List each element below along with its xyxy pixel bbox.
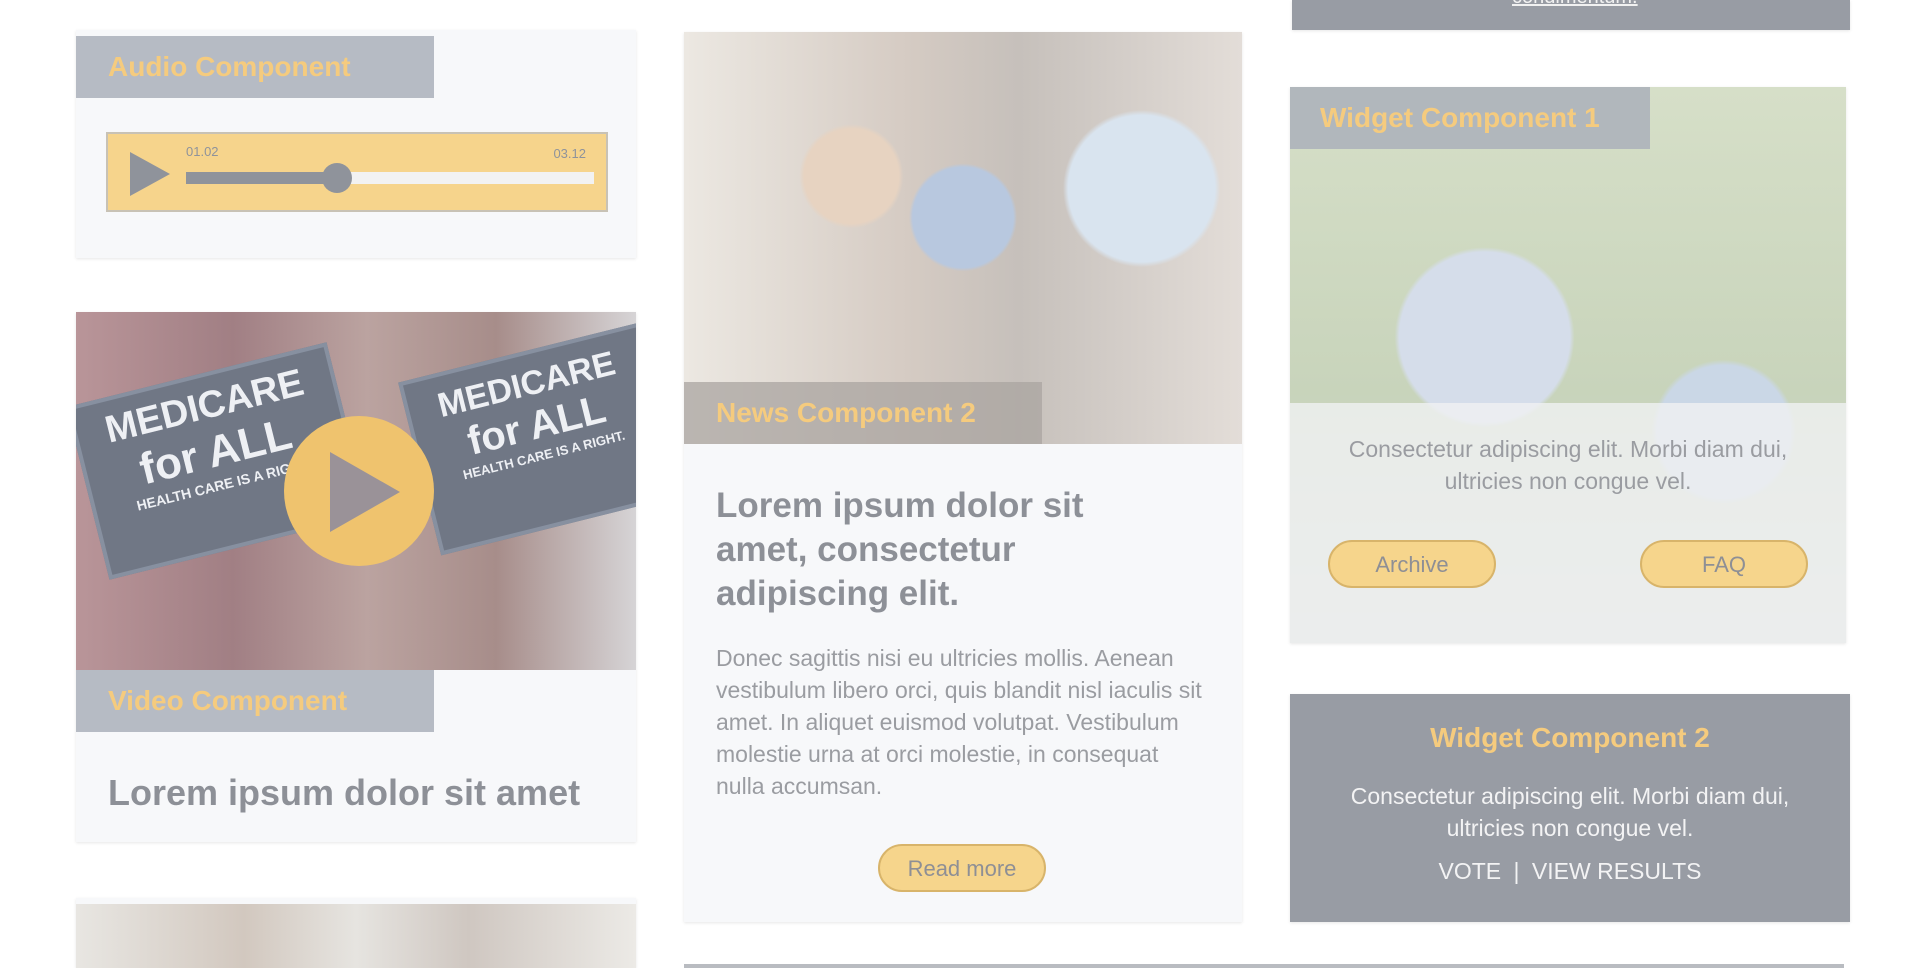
widget1-text: Consectetur adipiscing elit. Morbi diam … bbox=[1348, 436, 1788, 494]
archive-button[interactable]: Archive bbox=[1328, 540, 1496, 588]
play-icon bbox=[330, 452, 400, 532]
audio-card: Audio Component 01.02 03.12 bbox=[76, 30, 636, 258]
audio-tag: Audio Component bbox=[76, 36, 434, 98]
video-tag: Video Component bbox=[76, 670, 434, 732]
widget2-links: VOTE | VIEW RESULTS bbox=[1290, 858, 1850, 885]
bottom-left-card-fragment bbox=[76, 898, 636, 968]
widget2-title: Widget Component 2 bbox=[1430, 722, 1710, 753]
sign-right: MEDICARE for ALL HEALTH CARE IS A RIGHT. bbox=[398, 322, 636, 556]
news-body: Donec sagittis nisi eu ultricies mollis.… bbox=[716, 645, 1202, 799]
audio-player: 01.02 03.12 bbox=[106, 132, 608, 212]
widget2-card: Widget Component 2 Consectetur adipiscin… bbox=[1290, 694, 1850, 922]
widget1-card: Widget Component 1 Consectetur adipiscin… bbox=[1290, 87, 1846, 643]
news-headline: Lorem ipsum dolor sit amet, consectetur … bbox=[716, 486, 1084, 613]
faq-button[interactable]: FAQ bbox=[1640, 540, 1808, 588]
audio-time-total: 03.12 bbox=[553, 146, 586, 161]
vote-link[interactable]: VOTE bbox=[1439, 858, 1502, 884]
bottom-divider bbox=[684, 964, 1844, 968]
news-tag: News Component 2 bbox=[684, 382, 1042, 444]
audio-progress-fill bbox=[186, 172, 337, 184]
audio-progress-track[interactable] bbox=[186, 163, 594, 193]
video-title: Lorem ipsum dolor sit amet bbox=[108, 772, 581, 813]
audio-progress-knob[interactable] bbox=[321, 163, 352, 193]
video-thumbnail[interactable]: MEDICARE for ALL HEALTH CARE IS A RIGHT.… bbox=[76, 312, 636, 670]
audio-time-current: 01.02 bbox=[186, 144, 219, 159]
news-card: News Component 2 Lorem ipsum dolor sit a… bbox=[684, 32, 1242, 922]
widget1-tag: Widget Component 1 bbox=[1290, 87, 1650, 149]
widget2-text: Consectetur adipiscing elit. Morbi diam … bbox=[1350, 783, 1790, 841]
top-widget-fragment: condimentum. bbox=[1292, 0, 1850, 30]
read-more-button[interactable]: Read more bbox=[878, 844, 1046, 892]
video-card: MEDICARE for ALL HEALTH CARE IS A RIGHT.… bbox=[76, 312, 636, 842]
bottom-left-image bbox=[76, 904, 636, 968]
video-play-button[interactable] bbox=[284, 416, 434, 566]
view-results-link[interactable]: VIEW RESULTS bbox=[1532, 858, 1702, 884]
top-fragment-link[interactable]: condimentum. bbox=[1512, 0, 1638, 9]
play-icon[interactable] bbox=[130, 152, 170, 196]
links-separator: | bbox=[1513, 858, 1520, 884]
